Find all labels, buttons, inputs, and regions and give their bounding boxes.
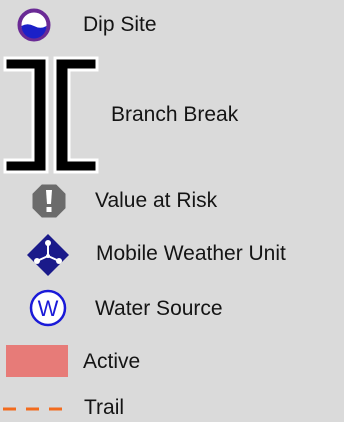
branch-break-icon xyxy=(3,56,99,176)
legend-item-branch-break: Branch Break xyxy=(0,56,344,176)
active-swatch xyxy=(6,345,68,377)
legend-item-trail: Trail xyxy=(0,395,344,421)
map-legend: Dip Site Branch Break Value at Risk Mobi… xyxy=(0,0,344,422)
legend-label: Mobile Weather Unit xyxy=(96,242,286,265)
legend-label: Active xyxy=(83,350,141,373)
water-source-icon: W xyxy=(28,288,68,328)
mobile-weather-unit-icon xyxy=(26,233,70,277)
legend-item-water-source: W Water Source xyxy=(0,288,344,328)
legend-label: Dip Site xyxy=(83,13,157,36)
legend-item-active: Active xyxy=(0,345,344,377)
legend-label: Value at Risk xyxy=(95,189,218,212)
legend-label: Branch Break xyxy=(111,103,239,126)
value-at-risk-icon xyxy=(31,183,67,219)
water-source-glyph: W xyxy=(38,296,59,321)
trail-line xyxy=(3,395,69,421)
legend-label: Water Source xyxy=(95,297,223,320)
legend-item-mobile-weather-unit: Mobile Weather Unit xyxy=(0,233,344,277)
legend-item-value-at-risk: Value at Risk xyxy=(0,183,344,219)
dip-site-icon xyxy=(17,8,51,42)
legend-item-dip-site: Dip Site xyxy=(0,8,344,42)
legend-label: Trail xyxy=(84,396,125,419)
